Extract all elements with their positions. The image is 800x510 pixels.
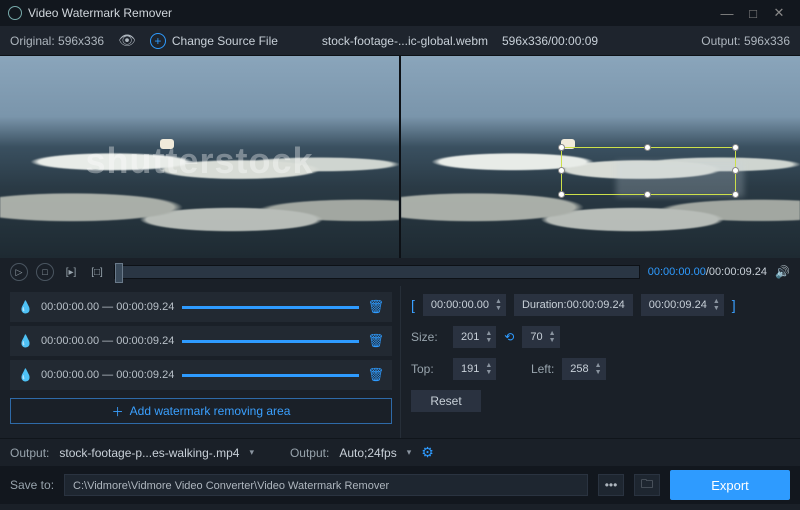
source-fileinfo: 596x336/00:00:09 — [502, 34, 598, 48]
handle-tl[interactable] — [558, 144, 565, 151]
bracket-left-icon[interactable]: [ — [411, 297, 415, 313]
properties-panel: [ 00:00:00.00▲▼ Duration:00:00:09.24 00:… — [400, 286, 800, 438]
bracket-right-icon[interactable]: ] — [732, 297, 736, 313]
output-settings-icon[interactable]: ⚙ — [421, 444, 434, 461]
output-format: Auto;24fps — [339, 446, 396, 460]
add-area-label: Add watermark removing area — [130, 404, 291, 418]
droplet-icon: 💧 — [18, 368, 33, 382]
duration-box: Duration:00:00:09.24 — [514, 294, 633, 316]
watermark-text: shutterstock — [85, 140, 313, 182]
output-format-chevron-icon[interactable]: ▾ — [407, 447, 412, 458]
add-area-button[interactable]: ＋ Add watermark removing area — [10, 398, 392, 424]
area-range: 00:00:00.00 — 00:00:09.24 — [41, 335, 174, 347]
top-label: Top: — [411, 362, 445, 376]
output-dim: Output: 596x336 — [701, 34, 790, 48]
plus-circle-icon: + — [150, 33, 166, 49]
area-row[interactable]: 💧 00:00:00.00 — 00:00:09.24 🗑 — [10, 292, 392, 322]
area-bar[interactable] — [182, 374, 359, 377]
selection-box[interactable] — [561, 147, 737, 195]
output-file-chevron-icon[interactable]: ▾ — [249, 447, 254, 458]
output-filename: stock-footage-p...es-walking-.mp4 — [59, 446, 239, 460]
current-time: 00:00:00.00 — [648, 266, 706, 278]
save-path-input[interactable]: C:\Vidmore\Vidmore Video Converter\Video… — [64, 474, 588, 496]
change-source-button[interactable]: + Change Source File — [150, 33, 278, 49]
height-stepper[interactable]: 70▲▼ — [522, 326, 559, 348]
export-button[interactable]: Export — [670, 470, 790, 500]
open-folder-button[interactable]: 🗀 — [634, 474, 660, 496]
handle-ml[interactable] — [558, 167, 565, 174]
reset-row: Reset — [411, 390, 790, 412]
position-row: Top: 191▲▼ Left: 258▲▼ — [411, 358, 790, 380]
area-row[interactable]: 💧 00:00:00.00 — 00:00:09.24 🗑 — [10, 326, 392, 356]
bottom-panel: 💧 00:00:00.00 — 00:00:09.24 🗑 💧 00:00:00… — [0, 286, 800, 438]
info-bar: Original: 596x336 👁 + Change Source File… — [0, 26, 800, 56]
area-range: 00:00:00.00 — 00:00:09.24 — [41, 369, 174, 381]
volume-icon[interactable]: 🔊 — [775, 265, 790, 279]
app-title: Video Watermark Remover — [28, 6, 714, 20]
handle-tm[interactable] — [644, 144, 651, 151]
maximize-button[interactable]: □ — [740, 6, 766, 21]
mark-out-button[interactable]: [□] — [88, 263, 106, 281]
total-time: 00:00:09.24 — [709, 266, 767, 278]
plus-icon: ＋ — [112, 403, 124, 420]
minimize-button[interactable]: ― — [714, 6, 740, 21]
delete-area-icon[interactable]: 🗑 — [367, 367, 384, 383]
area-range: 00:00:00.00 — 00:00:09.24 — [41, 301, 174, 313]
playback-bar: ▷ □ [▸] [□] 00:00:00.00/00:00:09.24 🔊 — [0, 258, 800, 286]
end-time-stepper[interactable]: 00:00:09.24▲▼ — [641, 294, 724, 316]
start-time-stepper[interactable]: 00:00:00.00▲▼ — [423, 294, 506, 316]
stop-button[interactable]: □ — [36, 263, 54, 281]
preview-original: shutterstock — [0, 56, 399, 258]
area-row[interactable]: 💧 00:00:00.00 — 00:00:09.24 🗑 — [10, 360, 392, 390]
droplet-icon: 💧 — [18, 334, 33, 348]
preview-result[interactable] — [401, 56, 800, 258]
timeline-thumb[interactable] — [115, 263, 123, 283]
handle-tr[interactable] — [732, 144, 739, 151]
close-button[interactable]: ✕ — [766, 5, 792, 21]
output-row: Output: stock-footage-p...es-walking-.mp… — [0, 438, 800, 466]
reset-button[interactable]: Reset — [411, 390, 481, 412]
areas-panel: 💧 00:00:00.00 — 00:00:09.24 🗑 💧 00:00:00… — [0, 286, 400, 438]
play-button[interactable]: ▷ — [10, 263, 28, 281]
output-file-label: Output: — [10, 446, 49, 460]
delete-area-icon[interactable]: 🗑 — [367, 333, 384, 349]
width-stepper[interactable]: 201▲▼ — [453, 326, 496, 348]
preview-container: shutterstock — [0, 56, 800, 258]
original-label: Original: 596x336 — [10, 34, 104, 48]
delete-area-icon[interactable]: 🗑 — [367, 299, 384, 315]
source-filename: stock-footage-...ic-global.webm — [322, 34, 488, 48]
save-row: Save to: C:\Vidmore\Vidmore Video Conver… — [0, 466, 800, 504]
area-bar[interactable] — [182, 306, 359, 309]
app-logo-icon — [8, 6, 22, 20]
link-dims-icon[interactable]: ⟲ — [504, 330, 514, 344]
output-format-label: Output: — [290, 446, 329, 460]
size-row: Size: 201▲▼ ⟲ 70▲▼ — [411, 326, 790, 348]
mark-in-button[interactable]: [▸] — [62, 263, 80, 281]
save-to-label: Save to: — [10, 478, 54, 492]
area-bar[interactable] — [182, 340, 359, 343]
timeline[interactable] — [114, 265, 640, 279]
size-label: Size: — [411, 330, 445, 344]
droplet-icon: 💧 — [18, 300, 33, 314]
timing-row: [ 00:00:00.00▲▼ Duration:00:00:09.24 00:… — [411, 294, 790, 316]
time-display: 00:00:00.00/00:00:09.24 — [648, 266, 767, 278]
titlebar: Video Watermark Remover ― □ ✕ — [0, 0, 800, 26]
left-stepper[interactable]: 258▲▼ — [562, 358, 605, 380]
browse-path-button[interactable]: ••• — [598, 474, 624, 496]
top-stepper[interactable]: 191▲▼ — [453, 358, 496, 380]
change-source-label: Change Source File — [172, 34, 278, 48]
preview-toggle-icon[interactable]: 👁 — [118, 32, 136, 49]
left-label: Left: — [514, 362, 554, 376]
handle-bl[interactable] — [558, 191, 565, 198]
